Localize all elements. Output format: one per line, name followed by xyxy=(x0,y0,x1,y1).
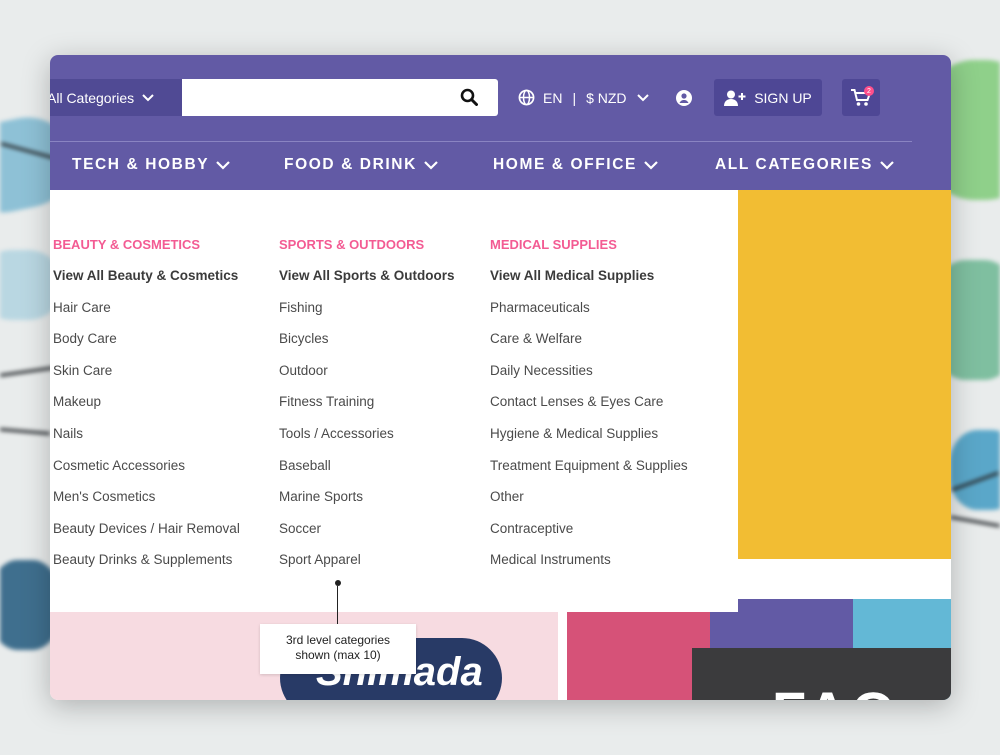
cart-count-badge: 2 xyxy=(864,86,874,96)
browser-window: All Categories EN | $ NZD SIGN UP 2 TECH… xyxy=(50,55,951,700)
user-account-icon[interactable] xyxy=(676,90,692,106)
menu-item[interactable]: Contact Lenses & Eyes Care xyxy=(490,394,688,412)
menu-column-medical: MEDICAL SUPPLIES View All Medical Suppli… xyxy=(490,237,688,570)
annotation-callout: 3rd level categories shown (max 10) xyxy=(260,624,416,674)
menu-item[interactable]: Tools / Accessories xyxy=(279,426,455,444)
promo-banner-right[interactable]: FAQ xyxy=(567,599,951,700)
cart-button[interactable]: 2 xyxy=(842,79,880,116)
menu-item[interactable]: Care & Welfare xyxy=(490,331,688,349)
mega-menu-dropdown: BEAUTY & COSMETICS View All Beauty & Cos… xyxy=(50,190,738,612)
menu-item[interactable]: Baseball xyxy=(279,458,455,476)
menu-column-heading[interactable]: SPORTS & OUTDOORS xyxy=(279,237,455,255)
menu-item[interactable]: Medical Instruments xyxy=(490,552,688,570)
chevron-down-icon xyxy=(216,160,230,170)
chevron-down-icon xyxy=(636,93,649,101)
menu-item[interactable]: Soccer xyxy=(279,521,455,539)
menu-column-sports: SPORTS & OUTDOORS View All Sports & Outd… xyxy=(279,237,455,570)
nav-food-drink[interactable]: FOOD & DRINK xyxy=(284,156,438,174)
language-currency-selector[interactable]: EN | $ NZD xyxy=(518,89,649,106)
nav-all-categories[interactable]: ALL CATEGORIES xyxy=(715,156,894,174)
menu-item[interactable]: Men's Cosmetics xyxy=(53,489,240,507)
menu-view-all-link[interactable]: View All Sports & Outdoors xyxy=(279,268,455,286)
menu-item[interactable]: Contraceptive xyxy=(490,521,688,539)
menu-item[interactable]: Skin Care xyxy=(53,363,240,381)
annotation-pointer-line xyxy=(337,586,338,624)
menu-item[interactable]: Marine Sports xyxy=(279,489,455,507)
search-icon[interactable] xyxy=(460,88,478,106)
annotation-line: 3rd level categories xyxy=(285,633,391,647)
menu-view-all-link[interactable]: View All Beauty & Cosmetics xyxy=(53,268,240,286)
search-input[interactable] xyxy=(182,79,498,116)
site-header: All Categories EN | $ NZD SIGN UP 2 TECH… xyxy=(50,55,951,190)
menu-item[interactable]: Nails xyxy=(53,426,240,444)
menu-item[interactable]: Fishing xyxy=(279,300,455,318)
menu-item[interactable]: Daily Necessities xyxy=(490,363,688,381)
language-label: EN xyxy=(543,89,563,106)
menu-column-beauty: BEAUTY & COSMETICS View All Beauty & Cos… xyxy=(53,237,240,570)
category-select[interactable]: All Categories xyxy=(50,79,182,116)
menu-item[interactable]: Hygiene & Medical Supplies xyxy=(490,426,688,444)
menu-view-all-link[interactable]: View All Medical Supplies xyxy=(490,268,688,286)
hero-banner[interactable] xyxy=(738,190,951,559)
menu-item[interactable]: Cosmetic Accessories xyxy=(53,458,240,476)
menu-item[interactable]: Body Care xyxy=(53,331,240,349)
chevron-down-icon xyxy=(424,160,438,170)
separator: | xyxy=(572,89,577,106)
nav-label: FOOD & DRINK xyxy=(284,156,417,173)
category-select-label: All Categories xyxy=(50,89,135,106)
chevron-down-icon xyxy=(880,160,894,170)
menu-item[interactable]: Hair Care xyxy=(53,300,240,318)
faq-text: FAQ xyxy=(772,679,899,700)
menu-item[interactable]: Beauty Devices / Hair Removal xyxy=(53,521,240,539)
menu-item[interactable]: Makeup xyxy=(53,394,240,412)
menu-item[interactable]: Beauty Drinks & Supplements xyxy=(53,552,240,570)
annotation-pointer-dot xyxy=(335,580,341,586)
sign-up-button[interactable]: SIGN UP xyxy=(714,79,822,116)
menu-item[interactable]: Bicycles xyxy=(279,331,455,349)
header-divider xyxy=(50,141,912,142)
menu-column-heading[interactable]: MEDICAL SUPPLIES xyxy=(490,237,688,255)
menu-item[interactable]: Fitness Training xyxy=(279,394,455,412)
nav-home-office[interactable]: HOME & OFFICE xyxy=(493,156,658,174)
nav-tech-hobby[interactable]: TECH & HOBBY xyxy=(72,156,230,174)
nav-label: TECH & HOBBY xyxy=(72,156,210,173)
currency-label: $ NZD xyxy=(586,89,627,106)
nav-label: HOME & OFFICE xyxy=(493,156,637,173)
annotation-line: shown (max 10) xyxy=(295,648,381,662)
nav-label: ALL CATEGORIES xyxy=(715,156,873,173)
chevron-down-icon xyxy=(644,160,658,170)
sign-up-label: SIGN UP xyxy=(754,89,812,106)
menu-item[interactable]: Sport Apparel xyxy=(279,552,455,570)
menu-item[interactable]: Treatment Equipment & Supplies xyxy=(490,458,688,476)
menu-item[interactable]: Outdoor xyxy=(279,363,455,381)
chevron-down-icon xyxy=(142,93,154,101)
add-user-icon xyxy=(724,90,746,106)
menu-column-heading[interactable]: BEAUTY & COSMETICS xyxy=(53,237,240,255)
globe-icon xyxy=(518,89,535,106)
menu-item[interactable]: Pharmaceuticals xyxy=(490,300,688,318)
menu-item[interactable]: Other xyxy=(490,489,688,507)
